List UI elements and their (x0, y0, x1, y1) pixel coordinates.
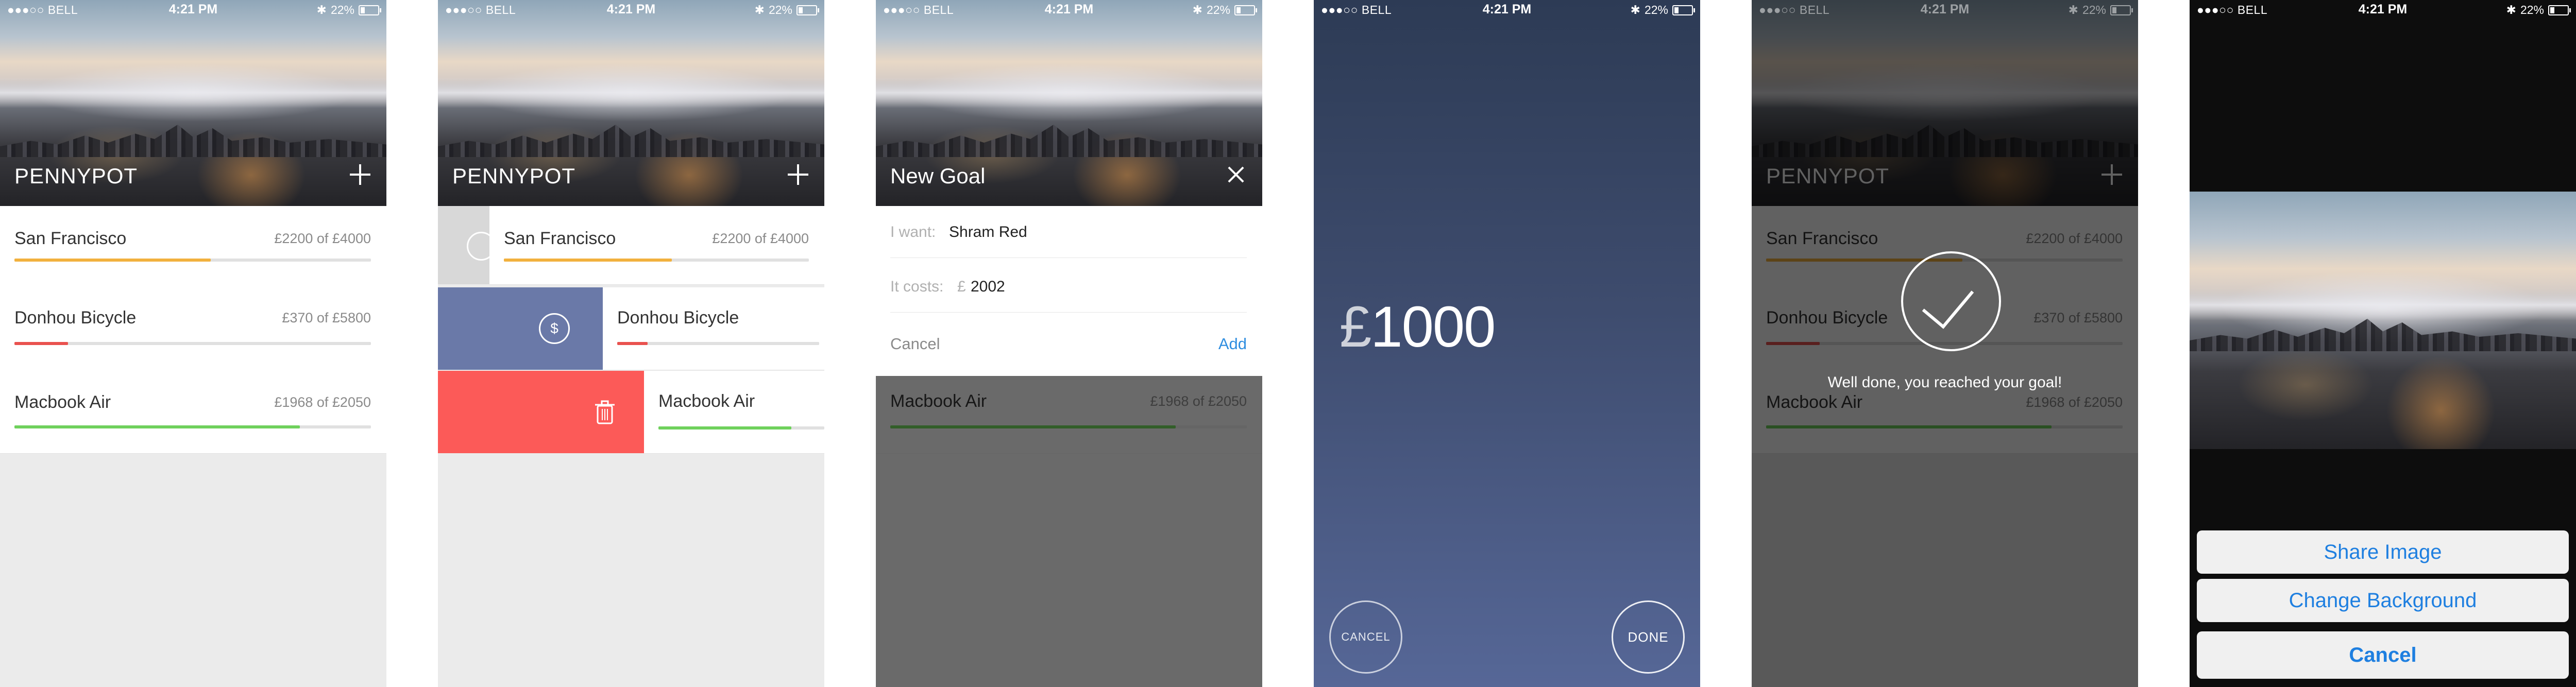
bluetooth-icon: ✱ (1192, 3, 1202, 16)
app-title: PENNYPOT (14, 164, 138, 188)
deposit-action-partial[interactable] (438, 206, 496, 284)
new-goal-form: I want: Shram Red It costs: £ 2002 Cance… (876, 206, 1262, 376)
battery-percent: 22% (768, 3, 792, 16)
cancel-button[interactable]: Cancel (2197, 631, 2569, 679)
goal-row[interactable]: San Francisco £2200 of £4000 (489, 206, 824, 285)
goal-row[interactable]: San Francisco £2200 of £4000 (0, 206, 386, 285)
delete-action[interactable] (438, 371, 644, 453)
goal-name: Macbook Air (658, 391, 755, 411)
goal-progress-bar (658, 426, 824, 430)
screen-swipe-actions: PENNYPOT ●●●○○ BELL 4:21 PM ✱ 22% San Fra… (438, 0, 824, 687)
status-bar: ●●●○○ BELL 4:21 PM ✱ 22% (1752, 0, 2138, 21)
amount-value: 1000 (1370, 295, 1496, 359)
bluetooth-icon: ✱ (1630, 3, 1640, 16)
goal-progress-fill (658, 426, 791, 430)
goal-name: Donhou Bicycle (617, 308, 739, 328)
goal-progress-fill (617, 342, 648, 345)
share-image-button[interactable]: Share Image (2197, 530, 2569, 574)
want-value[interactable]: Shram Red (949, 224, 1027, 241)
bluetooth-icon: ✱ (754, 3, 765, 16)
goal-progress-bar (14, 342, 371, 345)
dollar-icon: $ (539, 313, 570, 344)
goal-progress-fill (14, 342, 68, 345)
battery-percent: 22% (2082, 3, 2106, 16)
app-title: PENNYPOT (452, 164, 576, 188)
goal-progress-bar (504, 259, 809, 262)
battery-percent: 22% (1206, 3, 1230, 16)
goal-row[interactable]: Macbook Air (644, 371, 824, 454)
battery-icon (796, 5, 819, 15)
status-bar: ●●●○○ BELL 4:21 PM ✱ 22% (876, 0, 1262, 21)
goal-amount: £2200 of £4000 (712, 231, 809, 246)
add-button[interactable]: Add (1218, 335, 1247, 353)
header-photo: PENNYPOT (438, 0, 824, 206)
cost-value[interactable]: 2002 (971, 278, 1005, 296)
goal-amount: £1968 of £2050 (274, 394, 371, 410)
goal-progress-fill (14, 259, 211, 262)
goal-row[interactable]: Donhou Bicycle (603, 287, 824, 370)
goal-progress-fill (14, 425, 300, 428)
goal-name: Macbook Air (14, 392, 111, 412)
status-bar: ●●●○○ BELL 4:21 PM ✱ 22% (0, 0, 386, 21)
battery-icon (2548, 5, 2571, 15)
screen-new-goal: New Goal ●●●○○ BELL 4:21 PM ✱ 22% I want:… (876, 0, 1262, 687)
deposit-amount[interactable]: £1000 (1340, 294, 1496, 360)
form-title: New Goal (890, 164, 986, 188)
deposit-action[interactable]: $ (438, 287, 603, 370)
want-label: I want: (890, 224, 936, 241)
goal-amount: £2200 of £4000 (274, 231, 371, 246)
bluetooth-icon: ✱ (2068, 3, 2078, 16)
bluetooth-icon: ✱ (2506, 3, 2516, 16)
goal-row[interactable]: Donhou Bicycle £370 of £5800 (0, 284, 386, 372)
status-bar: ●●●○○ BELL 4:21 PM ✱ 22% (2190, 0, 2576, 21)
header-photo: New Goal (876, 0, 1262, 206)
goal-name: Donhou Bicycle (14, 308, 137, 328)
goal-row[interactable]: Macbook Air £1968 of £2050 (0, 372, 386, 454)
change-background-button[interactable]: Change Background (2197, 579, 2569, 622)
goal-name: San Francisco (14, 229, 127, 248)
battery-icon (2110, 5, 2133, 15)
cancel-button[interactable]: Cancel (890, 335, 940, 353)
success-badge (1901, 251, 2001, 351)
success-message: Well done, you reached your goal! (1827, 374, 2062, 391)
bluetooth-icon: ✱ (316, 3, 327, 16)
goal-progress-fill (504, 259, 672, 262)
status-bar: ●●●○○ BELL 4:21 PM ✱ 22% (438, 0, 824, 21)
goal-name-field[interactable]: I want: Shram Red (890, 206, 1247, 258)
cancel-button[interactable]: CANCEL (1329, 600, 1402, 674)
screen-share-sheet: ●●●○○ BELL 4:21 PM ✱ 22% Share Image Chan… (2190, 0, 2576, 687)
goal-amount: £370 of £5800 (282, 310, 371, 325)
battery-percent: 22% (1644, 3, 1668, 16)
goal-progress-bar (14, 259, 371, 262)
battery-icon (1672, 5, 1695, 15)
screen-deposit: ●●●○○ BELL 4:21 PM ✱ 22% £1000 CANCEL DON… (1314, 0, 1700, 687)
background-preview (2190, 192, 2576, 449)
battery-percent: 22% (2520, 3, 2544, 16)
battery-percent: 22% (330, 3, 354, 16)
close-icon[interactable] (1223, 162, 1249, 187)
cost-currency: £ (957, 278, 966, 295)
cost-label: It costs: (890, 278, 944, 295)
checkmark-icon (1922, 274, 1974, 329)
goal-cost-field[interactable]: It costs: £ 2002 (890, 261, 1247, 313)
battery-icon (359, 5, 381, 15)
goal-progress-bar (14, 425, 371, 428)
screen-goal-reached: PENNYPOT San Francisco £2200 of £4000 Do… (1752, 0, 2138, 687)
status-bar: ●●●○○ BELL 4:21 PM ✱ 22% (1314, 0, 1700, 21)
done-button[interactable]: DONE (1612, 600, 1685, 674)
header-photo: PENNYPOT (0, 0, 386, 206)
currency-symbol: £ (1340, 295, 1371, 359)
screen-goal-list: PENNYPOT ●●●○○ BELL 4:21 PM ✱ 22% San Fra… (0, 0, 386, 687)
trash-icon (595, 400, 615, 424)
dim-overlay[interactable] (876, 376, 1262, 687)
add-goal-button[interactable] (785, 162, 811, 187)
goal-progress-bar (617, 342, 819, 345)
battery-icon (1234, 5, 1257, 15)
add-goal-button[interactable] (347, 162, 373, 187)
goal-name: San Francisco (504, 229, 616, 248)
